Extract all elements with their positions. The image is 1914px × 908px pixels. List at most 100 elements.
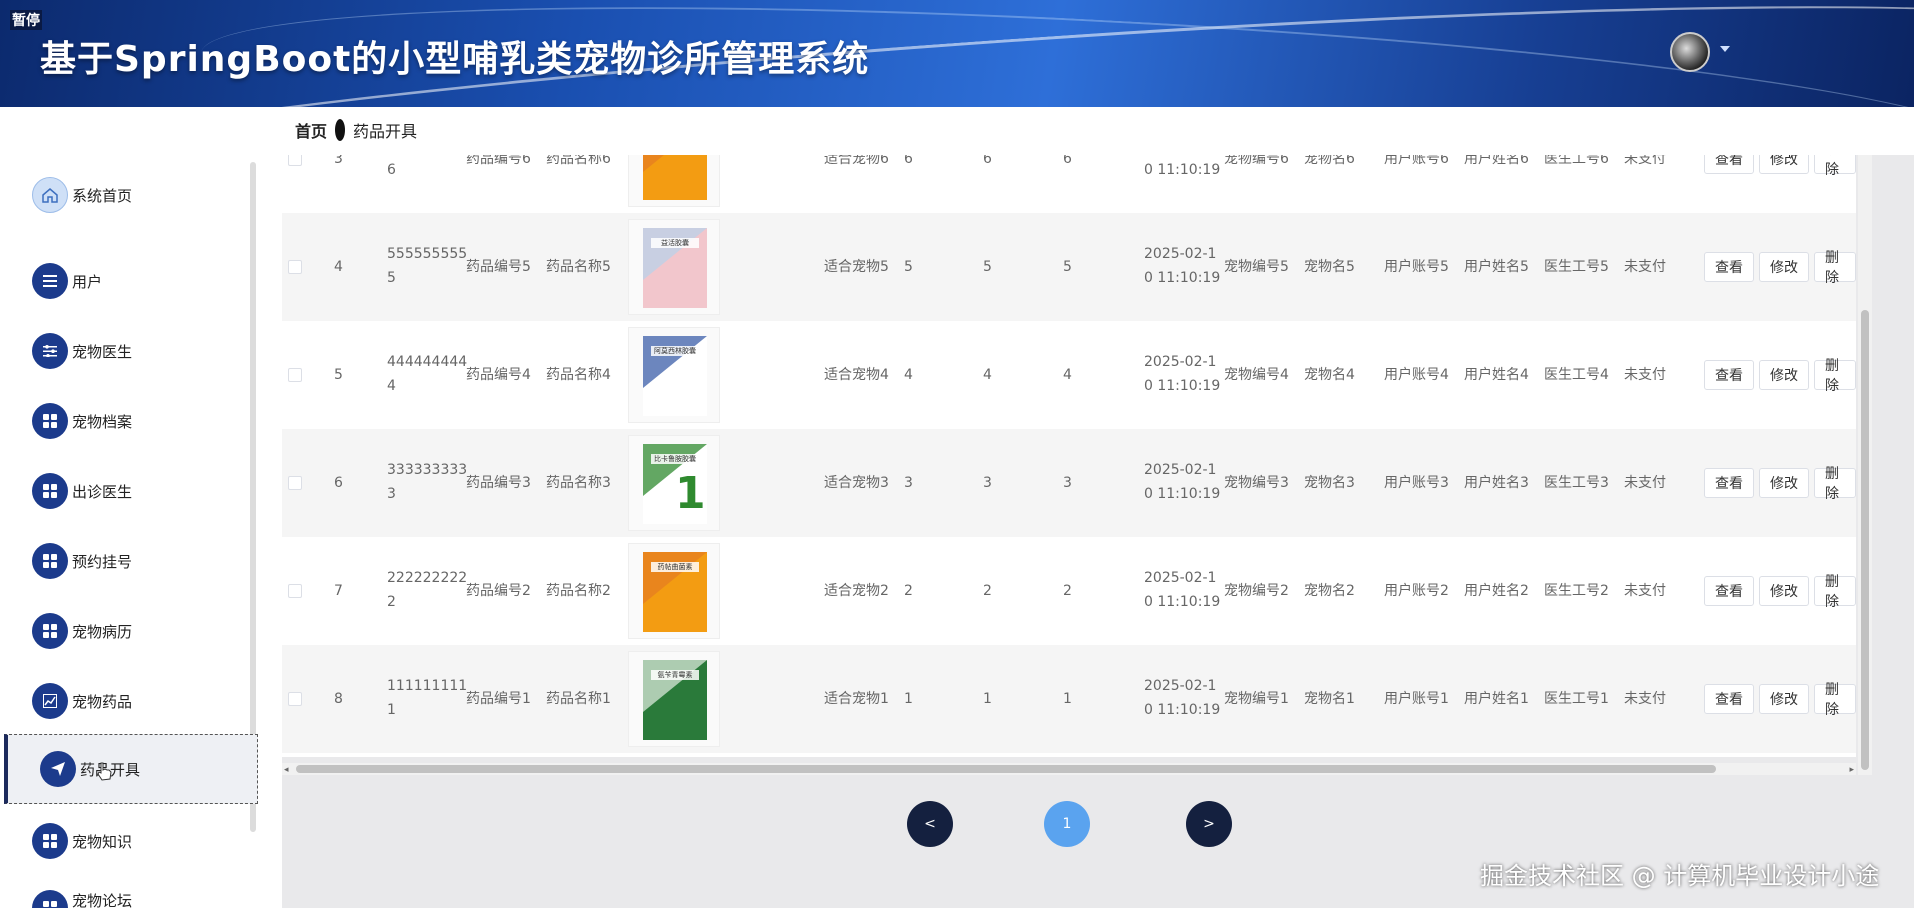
view-button[interactable]: 查看	[1704, 576, 1754, 606]
delete-button[interactable]: 删除	[1814, 682, 1856, 718]
cell-user-acc: 用户账号4	[1384, 367, 1449, 383]
product-image-label: 比卡鲁胺胶囊	[654, 455, 696, 463]
delete-button[interactable]: 删除	[1814, 466, 1856, 502]
sidebar-item-label: 出诊医生	[72, 482, 133, 501]
cell-user-acc: 用户账号1	[1384, 691, 1449, 707]
cell-a: 6	[904, 155, 913, 167]
cell-c: 3	[1063, 475, 1072, 491]
row-checkbox[interactable]	[288, 476, 302, 490]
table-horizontal-scrollbar[interactable]: ◂ ▸	[282, 763, 1856, 775]
edit-button[interactable]: 修改	[1759, 684, 1809, 714]
cell-pet-name: 宠物名5	[1304, 259, 1355, 275]
delete-button[interactable]: 删除	[1814, 574, 1856, 610]
sidebar-item-pet-medicine[interactable]: 宠物药品	[0, 666, 258, 736]
cell-code2: 4	[387, 378, 396, 394]
scrollbar-thumb[interactable]	[296, 765, 1716, 773]
cell-date2: 0 11:10:19	[1144, 270, 1221, 286]
cell-date2: 0 11:10:19	[1144, 378, 1221, 394]
row-checkbox[interactable]	[288, 260, 302, 274]
cell-drug-name: 药品名称5	[546, 259, 611, 275]
cell-a: 5	[904, 259, 913, 275]
cell-user-name: 用户姓名4	[1464, 367, 1529, 383]
list-icon	[32, 263, 68, 299]
cell-date1: 2025-02-1	[1144, 462, 1217, 478]
sidebar-item-label: 宠物病历	[72, 622, 133, 641]
sidebar-item-home[interactable]: 系统首页	[0, 160, 258, 230]
breadcrumb: 首页 药品开具	[295, 118, 417, 142]
row-checkbox[interactable]	[288, 368, 302, 382]
grid-icon	[32, 543, 68, 579]
grid-icon	[32, 403, 68, 439]
cell-index: 7	[334, 583, 343, 599]
cell-code1: 444444444	[387, 354, 468, 370]
delete-button[interactable]: 删除	[1814, 250, 1856, 286]
send-icon	[40, 751, 76, 787]
pagination-prev-button[interactable]: <	[907, 801, 953, 847]
cell-drug-name: 药品名称6	[546, 155, 611, 167]
edit-button[interactable]: 修改	[1759, 360, 1809, 390]
edit-button[interactable]: 修改	[1759, 468, 1809, 498]
breadcrumb-home[interactable]: 首页	[295, 118, 327, 142]
view-button[interactable]: 查看	[1704, 360, 1754, 390]
sidebar-item-users[interactable]: 用户	[0, 246, 258, 316]
cell-user-name: 用户姓名5	[1464, 259, 1529, 275]
delete-button[interactable]: 删除	[1814, 358, 1856, 394]
pagination-page-button[interactable]: 1	[1044, 801, 1090, 847]
cell-status: 未支付	[1624, 259, 1666, 275]
edit-button[interactable]: 修改	[1759, 252, 1809, 282]
cell-drug-no: 药品编号1	[466, 691, 531, 707]
sidebar-item-prescription[interactable]: 药品开具	[4, 734, 258, 804]
cell-drug-name: 药品名称4	[546, 367, 611, 383]
sidebar-item-medical-history[interactable]: 宠物病历	[0, 596, 258, 666]
table-vertical-scrollbar[interactable]	[1858, 155, 1872, 775]
cell-pet: 适合宠物5	[824, 259, 889, 275]
table-row: 6 333333333 3 药品编号3 药品名称3 适合宠物3 3 3 3 2025-02-1 0 …	[282, 429, 1856, 537]
main-content: 36666666666药品编号6药品名称6适合宠物66662025-02-10 …	[282, 155, 1914, 908]
cell-code2: 3	[387, 486, 396, 502]
pagination-next-button[interactable]: >	[1186, 801, 1232, 847]
cell-pet: 适合宠物6	[824, 155, 889, 167]
scrollbar-thumb[interactable]	[1861, 310, 1869, 770]
view-button[interactable]: 查看	[1704, 684, 1754, 714]
cell-drug-name: 药品名称3	[546, 475, 611, 491]
cell-doctor: 医生工号6	[1544, 155, 1609, 167]
grid-icon	[32, 890, 68, 908]
sidebar-item-pet-knowledge[interactable]: 宠物知识	[0, 806, 258, 876]
view-button[interactable]: 查看	[1704, 468, 1754, 498]
cell-b: 3	[983, 475, 992, 491]
sidebar-item-visiting-doctor[interactable]: 出诊医生	[0, 456, 258, 526]
cell-c: 6	[1063, 155, 1072, 167]
cell-date1: 2025-02-1	[1144, 354, 1217, 370]
product-image: 比卡鲁胺胶囊 1	[628, 435, 720, 531]
product-image-label: 氨苄青霉素	[657, 671, 693, 679]
sidebar-item-pet-doctor[interactable]: 宠物医生	[0, 316, 258, 386]
row-checkbox[interactable]	[288, 155, 302, 166]
cell-date2: 0 11:10:19	[1144, 594, 1221, 610]
cell-c: 4	[1063, 367, 1072, 383]
user-avatar[interactable]	[1670, 32, 1710, 72]
edit-button[interactable]: 修改	[1759, 155, 1809, 174]
scroll-right-arrow-icon[interactable]: ▸	[1849, 765, 1854, 775]
cell-pet-no: 宠物编号6	[1224, 155, 1289, 167]
watermark-text: 掘金技术社区 @ 计算机毕业设计小途	[1480, 862, 1880, 890]
cell-drug-no: 药品编号2	[466, 583, 531, 599]
product-image: 阿莫西林胶囊	[628, 327, 720, 423]
chevron-down-icon[interactable]	[1720, 46, 1730, 52]
sidebar-item-pet-records[interactable]: 宠物档案	[0, 386, 258, 456]
scroll-left-arrow-icon[interactable]: ◂	[284, 765, 289, 775]
app-title: 基于SpringBoot的小型哺乳类宠物诊所管理系统	[40, 39, 870, 80]
row-checkbox[interactable]	[288, 584, 302, 598]
cell-pet-no: 宠物编号3	[1224, 475, 1289, 491]
edit-button[interactable]: 修改	[1759, 576, 1809, 606]
delete-button[interactable]: 删除	[1814, 155, 1856, 178]
table-row: 8 111111111 1 药品编号1 药品名称1 适合宠物1 1 1 1 2025-02-1 0 …	[282, 645, 1856, 753]
cell-user-acc: 用户账号2	[1384, 583, 1449, 599]
row-checkbox[interactable]	[288, 692, 302, 706]
cell-code2: 6	[387, 162, 396, 178]
view-button[interactable]: 查看	[1704, 155, 1754, 174]
cell-code2: 2	[387, 594, 396, 610]
view-button[interactable]: 查看	[1704, 252, 1754, 282]
cell-drug-no: 药品编号3	[466, 475, 531, 491]
sidebar-item-appointment[interactable]: 预约挂号	[0, 526, 258, 596]
sidebar-item-pet-forum[interactable]: 宠物论坛	[0, 876, 258, 908]
